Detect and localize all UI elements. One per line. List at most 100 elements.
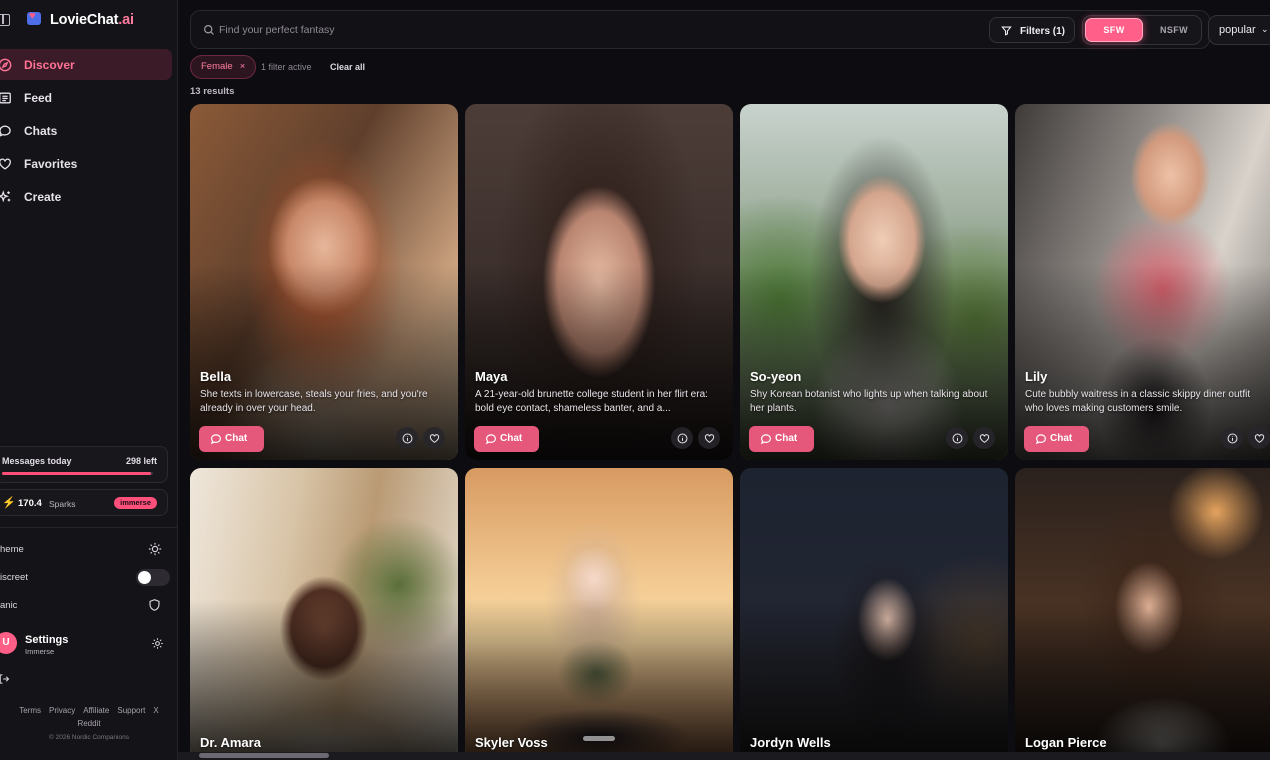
- character-name: Skyler Voss: [475, 735, 548, 750]
- brand-logo-icon: [27, 10, 41, 25]
- footer-link-affiliate[interactable]: Affiliate: [83, 706, 109, 715]
- sidebar-divider: [0, 527, 178, 528]
- panic-label: anic: [0, 600, 18, 611]
- sfw-button[interactable]: SFW: [1085, 18, 1143, 42]
- chat-bubble-icon: [210, 434, 221, 445]
- character-description: Shy Korean botanist who lights up when t…: [750, 389, 988, 414]
- chat-button[interactable]: Chat: [749, 426, 814, 452]
- logout-icon[interactable]: [0, 673, 10, 685]
- info-icon: [402, 433, 412, 443]
- chat-button-label: Chat: [225, 433, 248, 444]
- chat-button[interactable]: Chat: [474, 426, 539, 452]
- favorite-button[interactable]: [698, 427, 720, 449]
- sidebar-item-label: Favorites: [24, 156, 78, 171]
- sidebar-item-label: Create: [24, 189, 62, 204]
- chat-bubble-icon: [0, 124, 12, 138]
- chat-button-label: Chat: [500, 433, 523, 444]
- logo-row: LovieChat.ai: [0, 10, 178, 32]
- chat-button[interactable]: Chat: [199, 426, 264, 452]
- sidebar-item-favorites[interactable]: Favorites: [0, 148, 172, 179]
- sparks-balance: 170.4: [18, 498, 42, 509]
- profile-name: Settings: [25, 634, 69, 646]
- info-button[interactable]: [1221, 427, 1243, 449]
- character-card-maya[interactable]: Maya A 21-year-old brunette college stud…: [465, 104, 733, 460]
- newspaper-icon: [0, 91, 12, 105]
- clear-all-button[interactable]: Clear all: [330, 62, 365, 72]
- favorite-button[interactable]: [423, 427, 445, 449]
- panic-row[interactable]: anic: [0, 596, 170, 616]
- footer-link-support[interactable]: Support: [117, 706, 145, 715]
- discreet-toggle[interactable]: [136, 569, 170, 586]
- footer-link-reddit[interactable]: Reddit: [77, 719, 100, 728]
- filters-button[interactable]: Filters (1): [989, 17, 1075, 43]
- chat-bubble-icon: [760, 434, 771, 445]
- sidebar-item-feed[interactable]: Feed: [0, 82, 172, 113]
- info-button[interactable]: [671, 427, 693, 449]
- horizontal-scrollbar[interactable]: [178, 752, 1270, 760]
- info-icon: [1227, 433, 1237, 443]
- search-input[interactable]: [219, 20, 619, 40]
- character-card-logan-pierce[interactable]: Logan Pierce: [1015, 468, 1270, 760]
- compass-icon: [0, 58, 12, 72]
- theme-row[interactable]: heme: [0, 540, 170, 560]
- discreet-label: iscreet: [0, 572, 28, 583]
- sidebar-collapse-icon[interactable]: [0, 14, 10, 26]
- app-window: LovieChat.ai Discover Feed Chats: [0, 0, 1270, 760]
- favorite-button[interactable]: [973, 427, 995, 449]
- quota-label: Messages today: [2, 456, 72, 466]
- favorite-button[interactable]: [1248, 427, 1270, 449]
- sort-select[interactable]: popular ⌄: [1208, 15, 1270, 45]
- character-name: Dr. Amara: [200, 735, 261, 750]
- character-name: Maya: [475, 369, 508, 384]
- footer-link-terms[interactable]: Terms: [19, 706, 41, 715]
- character-card-dr-amara[interactable]: Dr. Amara: [190, 468, 458, 760]
- sidebar: LovieChat.ai Discover Feed Chats: [0, 0, 178, 760]
- brand-name[interactable]: LovieChat.ai: [50, 12, 134, 28]
- card-shade: [190, 468, 458, 760]
- lightning-icon: ⚡: [2, 497, 16, 509]
- info-button[interactable]: [396, 427, 418, 449]
- info-button[interactable]: [946, 427, 968, 449]
- character-name: Jordyn Wells: [750, 735, 831, 750]
- content-mode-toggle: SFW NSFW: [1082, 15, 1202, 45]
- character-name: Lily: [1025, 369, 1048, 384]
- message-quota-card: Messages today 298 left: [0, 446, 168, 483]
- sidebar-item-chats[interactable]: Chats: [0, 115, 172, 146]
- main-content: Filters (1) SFW NSFW popular ⌄ Female × 1…: [178, 0, 1270, 760]
- sparks-label: Sparks: [49, 499, 76, 509]
- close-icon[interactable]: ×: [240, 61, 246, 72]
- chat-button-label: Chat: [775, 433, 798, 444]
- character-name: Bella: [200, 369, 232, 384]
- card-shade: [1015, 468, 1270, 760]
- character-description: Cute bubbly waitress in a classic skippy…: [1025, 389, 1251, 414]
- character-card-lily[interactable]: Lily Cute bubbly waitress in a classic s…: [1015, 104, 1270, 460]
- sidebar-item-create[interactable]: Create: [0, 181, 172, 212]
- sidebar-item-label: Chats: [24, 123, 58, 138]
- card-shade: [465, 468, 733, 760]
- sparks-card[interactable]: ⚡ 170.4 Sparks immerse: [0, 489, 168, 516]
- filter-chip-female[interactable]: Female ×: [190, 55, 257, 79]
- character-card-bella[interactable]: Bella She texts in lowercase, steals you…: [190, 104, 458, 460]
- sidebar-item-discover[interactable]: Discover: [0, 49, 172, 80]
- character-card-so-yeon[interactable]: So-yeon Shy Korean botanist who lights u…: [740, 104, 1008, 460]
- character-card-skyler-voss[interactable]: Skyler Voss: [465, 468, 733, 760]
- gear-icon[interactable]: [151, 637, 164, 650]
- character-name: So-yeon: [750, 369, 802, 384]
- scroll-thumb[interactable]: [199, 753, 329, 758]
- sun-icon[interactable]: [148, 542, 162, 556]
- footer-link-x[interactable]: X: [153, 706, 158, 715]
- info-icon: [952, 433, 962, 443]
- footer-link-privacy[interactable]: Privacy: [49, 706, 75, 715]
- profile-settings[interactable]: U Settings Immerse: [0, 632, 170, 658]
- chat-bubble-icon: [485, 434, 496, 445]
- chat-button[interactable]: Chat: [1024, 426, 1089, 452]
- nsfw-button[interactable]: NSFW: [1147, 18, 1201, 42]
- heart-icon: [0, 157, 12, 171]
- sort-value: popular: [1219, 24, 1256, 36]
- heart-icon: [1254, 433, 1264, 443]
- character-card-jordyn-wells[interactable]: Jordyn Wells: [740, 468, 1008, 760]
- quota-remaining: 298 left: [125, 456, 157, 466]
- shield-icon[interactable]: [148, 598, 161, 612]
- active-filter-count: 1 filter active: [261, 62, 312, 72]
- sidebar-item-label: Discover: [24, 57, 75, 72]
